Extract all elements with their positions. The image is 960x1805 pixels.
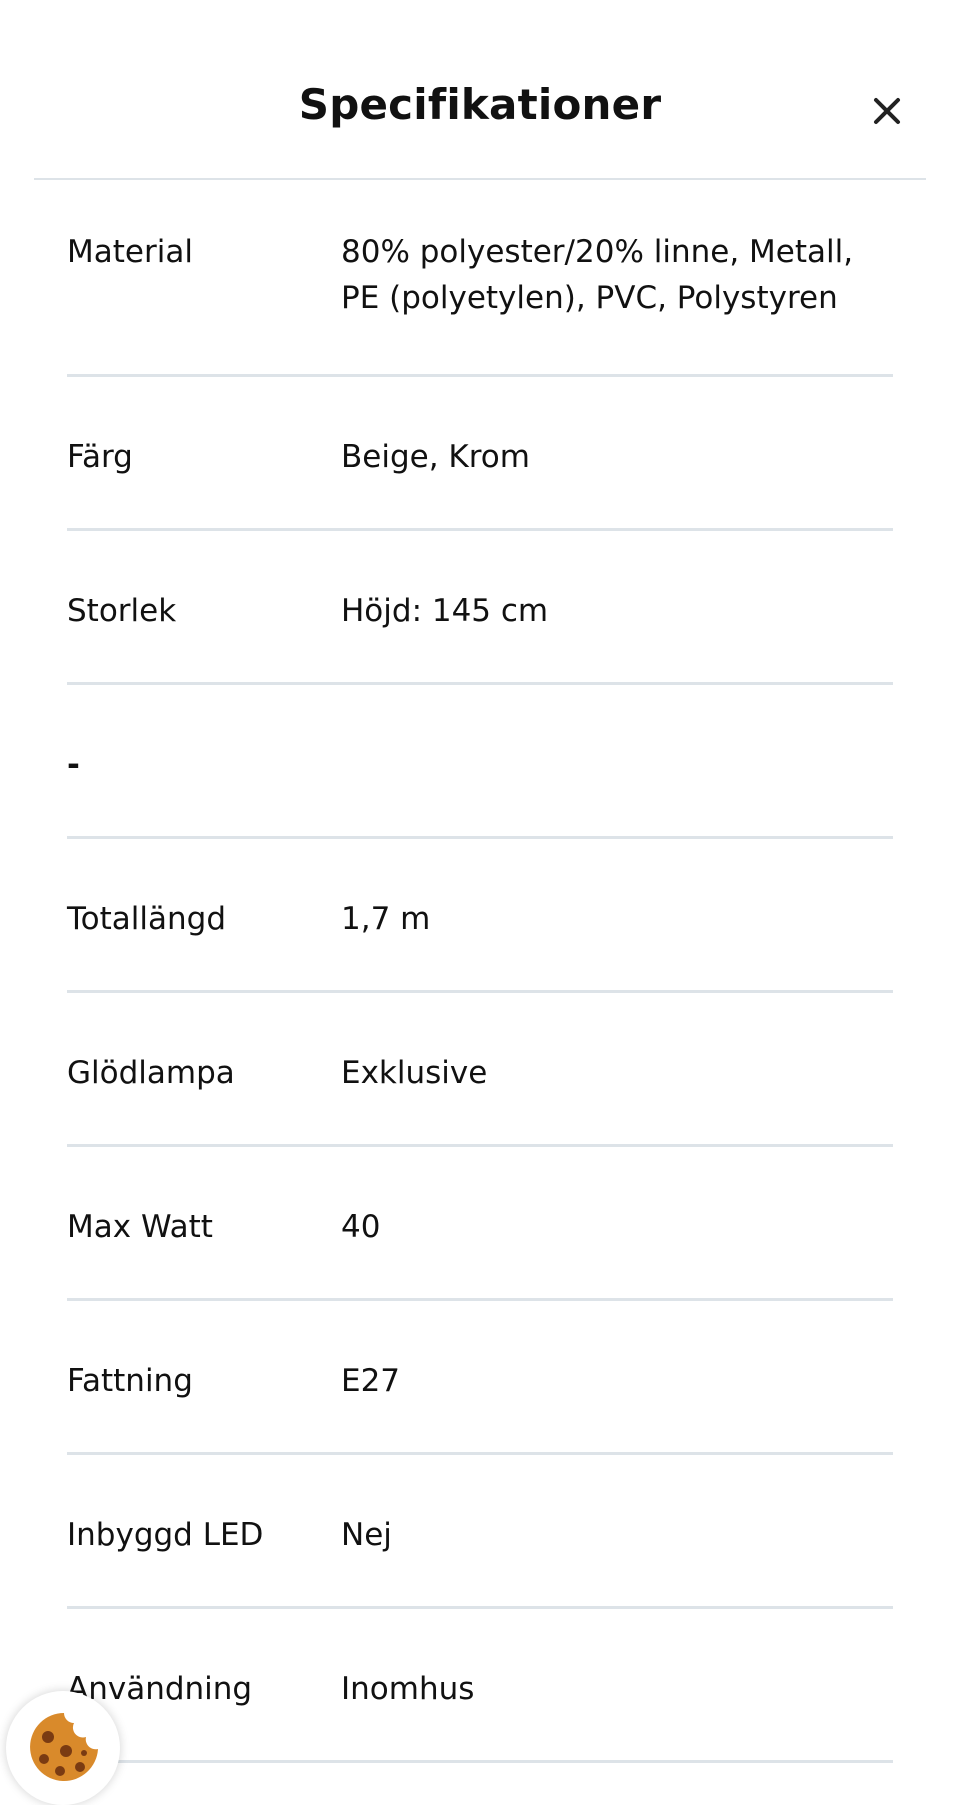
spec-label: Material	[67, 234, 193, 270]
spec-value: E27	[341, 1363, 401, 1399]
spec-row-bulb: Glödlampa Exklusive	[67, 993, 893, 1147]
spec-row-usage: Användning Inomhus	[67, 1609, 893, 1763]
sheet-header: Specifikationer	[34, 0, 926, 180]
spec-list: Material 80% polyester/20% linne, Metall…	[67, 180, 893, 1763]
spec-value: 1,7 m	[341, 901, 431, 937]
spec-label: Användning	[67, 1671, 253, 1707]
spec-label: Totallängd	[67, 901, 227, 937]
spec-label: Max Watt	[67, 1209, 213, 1245]
spec-value: 40	[341, 1209, 381, 1245]
spec-value: Beige, Krom	[341, 439, 530, 475]
specifications-sheet: Specifikationer Material 80% polyester/2…	[0, 0, 960, 1805]
spec-value: Exklusive	[341, 1055, 488, 1091]
close-icon	[874, 98, 900, 124]
spec-label: Färg	[67, 439, 133, 475]
close-button[interactable]	[872, 96, 916, 140]
spec-value: Inomhus	[341, 1671, 475, 1707]
spec-row-color: Färg Beige, Krom	[67, 377, 893, 531]
spec-label: Fattning	[67, 1363, 193, 1399]
spec-label: Inbyggd LED	[67, 1517, 264, 1553]
cookie-icon	[30, 1713, 98, 1781]
spec-label: -	[67, 747, 80, 783]
spec-value: Höjd: 145 cm	[341, 593, 549, 629]
spec-row-material: Material 80% polyester/20% linne, Metall…	[67, 180, 893, 377]
spec-value: 80% polyester/20% linne, Metall, PE (pol…	[341, 234, 854, 316]
spec-row-dash: -	[67, 685, 893, 839]
spec-row-total-length: Totallängd 1,7 m	[67, 839, 893, 993]
spec-row-size: Storlek Höjd: 145 cm	[67, 531, 893, 685]
spec-label: Glödlampa	[67, 1055, 235, 1091]
page-title: Specifikationer	[298, 80, 662, 129]
cookie-settings-button[interactable]	[6, 1691, 120, 1805]
spec-row-max-watt: Max Watt 40	[67, 1147, 893, 1301]
spec-row-socket: Fattning E27	[67, 1301, 893, 1455]
spec-row-builtin-led: Inbyggd LED Nej	[67, 1455, 893, 1609]
spec-label: Storlek	[67, 593, 177, 629]
spec-value: Nej	[341, 1517, 392, 1553]
